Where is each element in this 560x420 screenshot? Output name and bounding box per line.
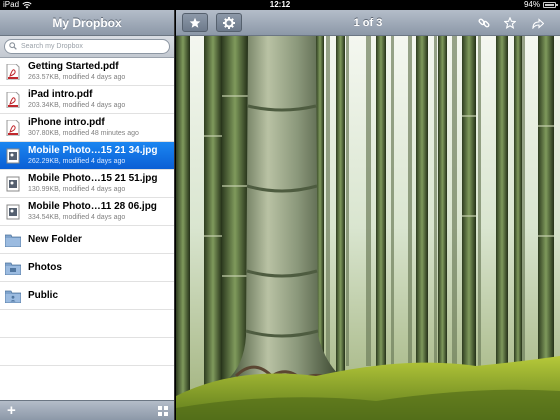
file-meta: 130.99KB, modified 4 days ago xyxy=(28,186,126,193)
photo-viewer: 1 of 3 xyxy=(176,10,560,420)
list-item-folder[interactable]: Public xyxy=(0,282,174,310)
file-name: Mobile Photo…15 21 34.jpg xyxy=(28,145,158,156)
file-name: Mobile Photo…11 28 06.jpg xyxy=(28,201,157,212)
image-icon xyxy=(6,148,20,164)
sidebar-bottom-toolbar: + xyxy=(0,400,174,420)
empty-row xyxy=(0,338,174,366)
list-item-folder[interactable]: New Folder xyxy=(0,226,174,254)
pdf-icon xyxy=(6,92,20,108)
battery-icon xyxy=(543,2,558,8)
sidebar-title: My Dropbox xyxy=(0,10,174,36)
empty-row xyxy=(0,310,174,338)
list-item-file-selected[interactable]: Mobile Photo…15 21 34.jpg 262.29KB, modi… xyxy=(0,142,174,170)
file-list: Getting Started.pdf 263.57KB, modified 4… xyxy=(0,58,174,366)
folder-name: New Folder xyxy=(28,234,82,245)
sidebar: My Dropbox Search my Dropbox Getting Sta… xyxy=(0,10,175,420)
search-input[interactable]: Search my Dropbox xyxy=(4,39,170,54)
file-meta: 307.80KB, modified 48 minutes ago xyxy=(28,130,139,137)
folder-name: Public xyxy=(28,290,59,301)
status-bar: iPad 12:12 94% xyxy=(0,0,560,10)
battery-percent: 94% xyxy=(523,0,540,9)
viewer-toolbar: 1 of 3 xyxy=(176,10,560,36)
grid-view-icon[interactable] xyxy=(158,406,168,416)
list-item-file[interactable]: Getting Started.pdf 263.57KB, modified 4… xyxy=(0,58,174,86)
folder-icon xyxy=(5,234,21,247)
pdf-icon xyxy=(6,64,20,80)
clock: 12:12 xyxy=(269,0,291,9)
file-name: Mobile Photo…15 21 51.jpg xyxy=(28,173,158,184)
file-name: iPhone intro.pdf xyxy=(28,117,105,128)
file-meta: 334.54KB, modified 4 days ago xyxy=(28,214,126,221)
bamboo-forest-photo[interactable] xyxy=(176,36,560,420)
list-item-folder[interactable]: Photos xyxy=(0,254,174,282)
file-name: iPad intro.pdf xyxy=(28,89,93,100)
file-meta: 263.57KB, modified 4 days ago xyxy=(28,74,126,81)
search-icon xyxy=(9,42,17,50)
add-icon[interactable]: + xyxy=(7,402,16,419)
file-meta: 203.34KB, modified 4 days ago xyxy=(28,102,126,109)
list-item-file[interactable]: iPhone intro.pdf 307.80KB, modified 48 m… xyxy=(0,114,174,142)
file-name: Getting Started.pdf xyxy=(28,61,119,72)
list-item-file[interactable]: iPad intro.pdf 203.34KB, modified 4 days… xyxy=(0,86,174,114)
page-indicator: 1 of 3 xyxy=(353,17,383,29)
share-icon[interactable] xyxy=(532,17,544,29)
list-item-file[interactable]: Mobile Photo…15 21 51.jpg 130.99KB, modi… xyxy=(0,170,174,198)
file-meta: 262.29KB, modified 4 days ago xyxy=(28,158,126,165)
search-bar: Search my Dropbox xyxy=(0,36,174,58)
public-folder-icon xyxy=(5,290,21,303)
list-item-file[interactable]: Mobile Photo…11 28 06.jpg 334.54KB, modi… xyxy=(0,198,174,226)
search-placeholder: Search my Dropbox xyxy=(21,43,83,50)
photos-folder-icon xyxy=(5,262,21,275)
image-icon xyxy=(6,176,20,192)
star-icon[interactable] xyxy=(504,17,516,29)
folder-name: Photos xyxy=(28,262,62,273)
image-icon xyxy=(6,204,20,220)
link-icon[interactable] xyxy=(478,17,490,29)
pdf-icon xyxy=(6,120,20,136)
